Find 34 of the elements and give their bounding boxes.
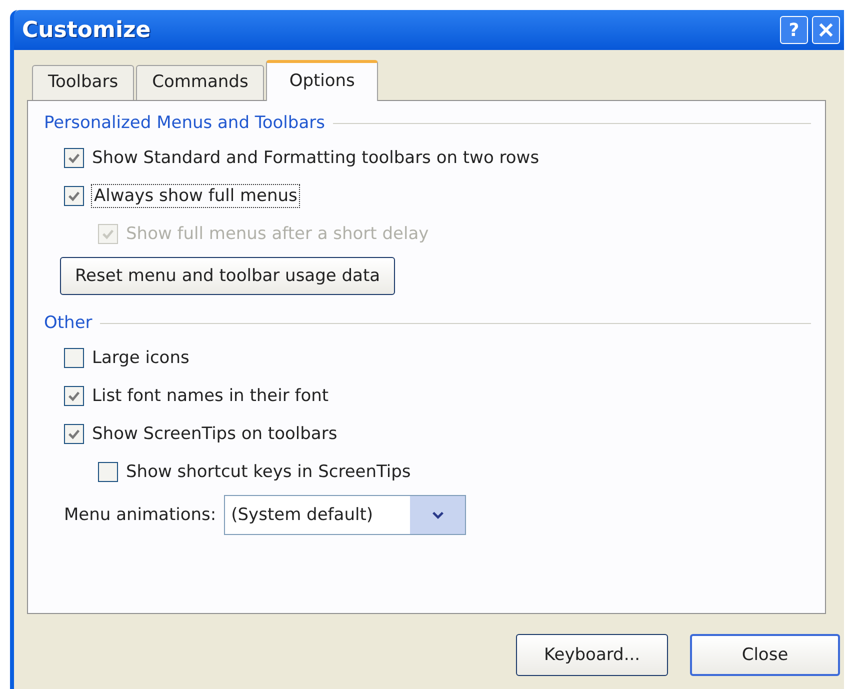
checkbox-label: Show shortcut keys in ScreenTips bbox=[126, 462, 411, 482]
chevron-down-icon bbox=[430, 510, 445, 520]
checkbox[interactable] bbox=[64, 424, 84, 444]
checkbox[interactable] bbox=[64, 186, 84, 206]
checkbox[interactable] bbox=[64, 148, 84, 168]
checkbox-label: Show full menus after a short delay bbox=[126, 224, 429, 244]
close-icon bbox=[818, 22, 834, 38]
tab[interactable]: Toolbars bbox=[32, 65, 134, 100]
reset-button[interactable]: Reset menu and toolbar usage data bbox=[60, 257, 396, 295]
checkbox-label: List font names in their font bbox=[92, 386, 329, 406]
check-icon bbox=[67, 189, 81, 203]
check-icon bbox=[67, 151, 81, 165]
help-button[interactable]: ? bbox=[780, 16, 808, 44]
checkbox-label: Show Standard and Formatting toolbars on two rows bbox=[92, 148, 540, 168]
checkbox[interactable] bbox=[98, 462, 118, 482]
checkbox[interactable] bbox=[64, 386, 84, 406]
check-icon bbox=[67, 389, 81, 403]
check-icon bbox=[101, 227, 115, 241]
tab[interactable]: Options bbox=[266, 60, 378, 101]
section-title: Other bbox=[44, 313, 92, 333]
dropdown[interactable]: (System default) bbox=[224, 495, 466, 535]
checkbox-label: Always show full menus bbox=[92, 185, 300, 207]
section-title: Personalized Menus and Toolbars bbox=[44, 113, 325, 133]
window-title: Customize bbox=[22, 18, 151, 42]
dropdown-value: (System default) bbox=[230, 505, 374, 525]
close-dialog-button[interactable]: Close bbox=[690, 634, 840, 676]
menu-animations-label: Menu animations: bbox=[64, 505, 216, 525]
check-icon bbox=[67, 427, 81, 441]
checkbox[interactable] bbox=[64, 348, 84, 368]
close-button[interactable] bbox=[812, 16, 840, 44]
tab[interactable]: Commands bbox=[136, 65, 264, 100]
keyboard-button[interactable]: Keyboard... bbox=[516, 634, 668, 676]
checkbox-label: Show ScreenTips on toolbars bbox=[92, 424, 338, 444]
checkbox-label: Large icons bbox=[92, 348, 190, 368]
